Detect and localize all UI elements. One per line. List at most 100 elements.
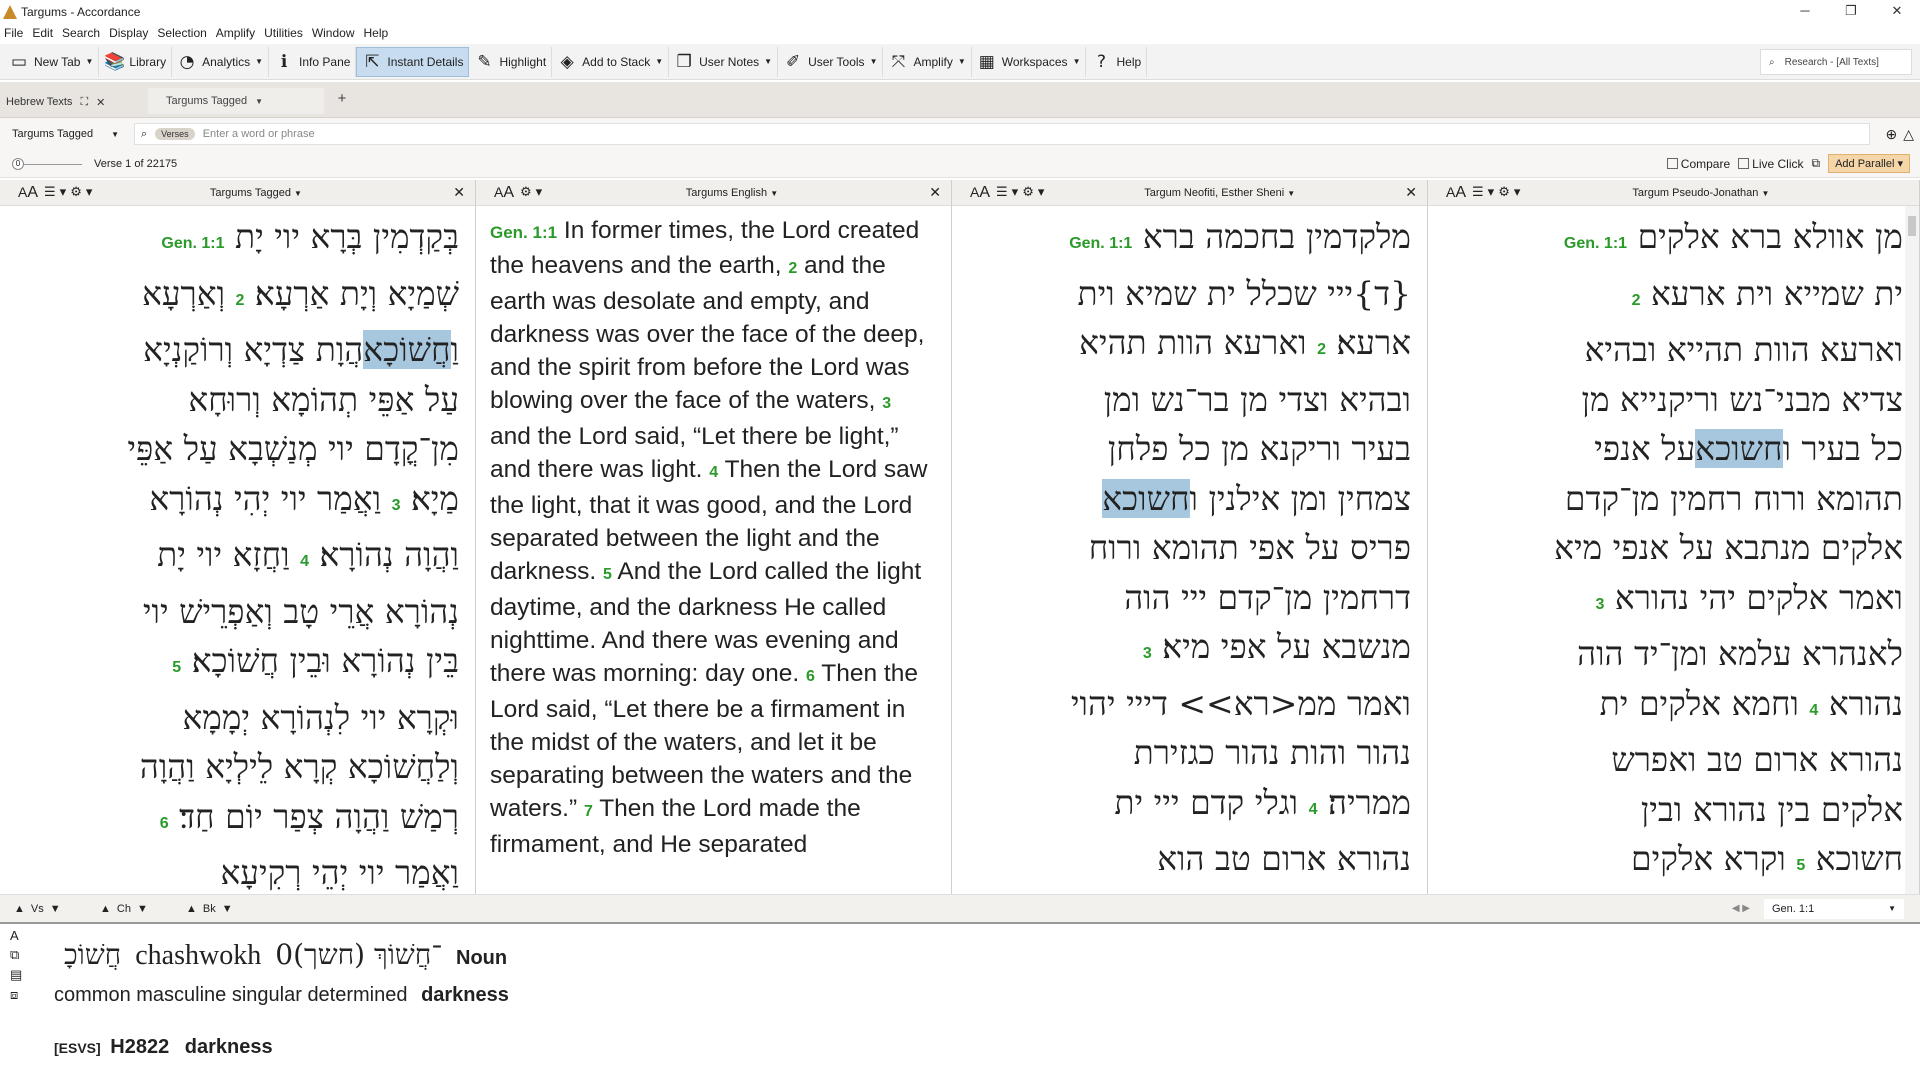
workspaces-button[interactable]: ▦ Workspaces ▼ [972, 46, 1087, 77]
text-line[interactable]: וְלַחֲשׁוֹכָא קְרָא לֵילְיָא וַהֲוָה [20, 742, 459, 792]
menu-display[interactable]: Display [105, 26, 153, 40]
pane-title[interactable]: Targums Tagged ▼ [210, 187, 302, 199]
text-line[interactable]: אלקים מנתבא על אנפי מיא [1448, 523, 1903, 573]
user-notes-button[interactable]: ❐ User Notes ▼ [669, 46, 779, 77]
close-pane-icon[interactable]: ✕ [929, 184, 941, 201]
text-line[interactable]: בֵּין נְהוֹרָא וּבֵין חֲשׁוֹכָא׃ 5 [20, 636, 459, 693]
copy-icon[interactable]: ⧉ [10, 947, 34, 963]
text-line[interactable]: פריס על אפי תהומא ורוח [972, 523, 1411, 573]
text-line[interactable]: וּקְרָא יוי לִנְהוֹרָא יְמָמָא [20, 693, 459, 743]
font-size-icon[interactable]: AA [18, 184, 38, 202]
pane-tools-icon[interactable]: ☰▾⚙▾ [996, 185, 1048, 200]
new-tab-button[interactable]: + [332, 90, 352, 112]
menu-window[interactable]: Window [308, 26, 360, 40]
hebrew-text-body[interactable]: מן אוולא ברא אלקים Gen. 1:1 ית שמייא וית … [1428, 206, 1919, 894]
research-search-field[interactable]: ⌕ Research - [All Texts] [1760, 49, 1912, 75]
menu-search[interactable]: Search [58, 26, 105, 40]
text-line[interactable]: לאנהרא עלמא ומן־יד הוה [1448, 629, 1903, 679]
goto-reference-field[interactable]: Gen. 1:1 ▼ [1764, 898, 1904, 919]
pane-title[interactable]: Targums English ▼ [686, 187, 778, 199]
menu-selection[interactable]: Selection [153, 26, 211, 40]
text-line[interactable]: מלקדמין בחכמה ברא Gen. 1:1 [972, 212, 1411, 269]
english-text-body[interactable]: Gen. 1:1 In former times, the Lord creat… [476, 206, 951, 861]
add-circle-icon[interactable]: ⊕ [1885, 126, 1897, 143]
search-mode-pill[interactable]: Verses [155, 128, 195, 140]
text-line[interactable]: מנשבא על אפי מיא׃ 3 [972, 622, 1411, 679]
parallel-layout-icon[interactable]: ⧉ [1812, 156, 1821, 171]
search-input[interactable]: ⌕ Verses Enter a word or phrase [134, 123, 1870, 145]
verse-nav[interactable]: ▲ Vs ▼ [14, 903, 86, 915]
text-line[interactable]: תהומא ורוח רחמין מן־קדם [1448, 474, 1903, 524]
text-line[interactable]: ממריה׃ 4 וגלי קדם ייי ית [972, 778, 1411, 835]
menu-utilities[interactable]: Utilities [260, 26, 308, 40]
chapter-nav[interactable]: ▲ Ch ▼ [100, 903, 172, 915]
analytics-button[interactable]: ◔ Analytics ▼ [172, 46, 270, 77]
help-button[interactable]: ? Help [1086, 46, 1148, 77]
text-line[interactable]: בעיר וריקנא מן כל פלחן [972, 424, 1411, 474]
minimize-button[interactable]: ─ [1782, 0, 1828, 24]
tab-targums-tagged[interactable]: Targums Tagged ▼ [148, 88, 324, 114]
verse-slider[interactable]: 0 [12, 157, 82, 170]
text-line[interactable]: מן אוולא ברא אלקים Gen. 1:1 [1448, 212, 1903, 269]
text-line[interactable]: נהורא ארום טב הוא [972, 834, 1411, 884]
add-to-stack-button[interactable]: ◈ Add to Stack ▼ [552, 46, 670, 77]
text-line[interactable]: ואמר ממ<רא>> דייי יהוי [972, 679, 1411, 729]
live-click-checkbox[interactable]: Live Click [1738, 157, 1804, 171]
clipboard-icon[interactable]: ▤ [10, 967, 34, 983]
text-line[interactable]: צמחין ומן אילנין וחשוכא [972, 474, 1411, 524]
hebrew-text-body[interactable]: מלקדמין בחכמה ברא Gen. 1:1 {ד}ייי שכלל ית… [952, 206, 1427, 894]
text-line[interactable]: רְמַשׁ וַהֲוָה צְפַר יוֹם חַד׃ 6 [20, 792, 459, 849]
amplify-button[interactable]: ⤧ Amplify ▼ [883, 46, 972, 77]
font-size-icon[interactable]: AA [1446, 184, 1466, 202]
text-line[interactable]: ואמר אלקים יהי נהורא 3 [1448, 573, 1904, 630]
close-pane-icon[interactable]: ✕ [1405, 184, 1417, 201]
instant-details-button[interactable]: ⇱ Instant Details [356, 46, 470, 77]
text-line[interactable]: {ד}ייי שכלל ית שמיא וית [972, 269, 1411, 319]
text-line[interactable]: בְּקַדְמִין בְּרָא יוי יָת Gen. 1:1 [20, 212, 459, 269]
text-line[interactable]: אלקים בין נהורא ובין [1448, 785, 1903, 835]
menu-file[interactable]: File [0, 26, 28, 40]
text-line[interactable]: נהורא ארום טב ואפרש [1448, 735, 1903, 785]
search-text-selector[interactable]: Targums Tagged ▼ [6, 122, 124, 146]
text-line[interactable]: ית שמייא וית ארעא 2 [1448, 269, 1903, 326]
text-line[interactable]: נהור והות נהור כגזירת [972, 728, 1411, 778]
tab-close-icon[interactable]: ✕ [96, 96, 105, 109]
menu-amplify[interactable]: Amplify [212, 26, 260, 40]
alert-icon[interactable]: △ [1903, 126, 1914, 143]
slider-knob[interactable]: 0 [12, 157, 24, 170]
font-size-icon[interactable]: A [10, 928, 34, 943]
text-line[interactable]: וַחֲשׁוֹכָאהֲוָת צַדְיָא וְרוֹקַנְיָא [20, 325, 459, 375]
compare-checkbox[interactable]: Compare [1666, 157, 1730, 171]
scrollbar-thumb[interactable] [1908, 216, 1916, 236]
text-line[interactable]: וַהֲוָה נְהוֹרָא׃ 4 וַחֲזָא יוי יָת [20, 530, 459, 587]
strongs-number[interactable]: H2822 [110, 1036, 169, 1058]
prev-next-arrows-icon[interactable]: ◀ ▶ [1732, 903, 1750, 914]
pane-tools-icon[interactable]: ☰▾⚙▾ [44, 185, 96, 200]
maximize-button[interactable]: ❐ [1828, 0, 1874, 24]
lemma[interactable]: 0־חֲשׁוֹךְ (חשך) [275, 938, 442, 972]
text-line[interactable]: ואפ{שר}<רש> ממרא דייי [972, 884, 1411, 895]
text-line[interactable]: צדיא מבני־נש וריקנייא מן [1448, 375, 1903, 425]
vertical-scrollbar[interactable] [1905, 206, 1919, 894]
close-pane-icon[interactable]: ✕ [453, 184, 465, 201]
close-window-button[interactable]: ✕ [1874, 0, 1920, 24]
text-line[interactable]: וארעא הוות תהייא ובהיא [1448, 325, 1903, 375]
tab-hebrew-texts[interactable]: Hebrew Texts ⛶ ✕ [0, 90, 106, 114]
text-line[interactable]: נְהוֹרָא אֲרֵי טָב וְאַפְרֵישׁ יוי [20, 587, 459, 637]
pane-title[interactable]: Targum Pseudo-Jonathan ▼ [1632, 187, 1769, 199]
new-tab-button[interactable]: ▭ New Tab ▼ [4, 46, 100, 77]
book-nav[interactable]: ▲ Bk ▼ [186, 903, 258, 915]
text-line[interactable]: מִן־קֳדָם יוי מְנַשְׁבָא עַל אַפֵּי [20, 424, 459, 474]
library-button[interactable]: 📚 Library [99, 46, 173, 77]
text-line[interactable]: עַל אַפֵּי תְהוֹמָא וְרוּחָא [20, 375, 459, 425]
text-line[interactable]: מַיָא׃ 3 וַאֲמַר יוי יְהִי נְהוֹרָא [20, 474, 459, 531]
text-line[interactable]: שְׁמַיָא וְיָת אַרְעָא׃ 2 וְאַרְעָא [20, 269, 459, 326]
text-line[interactable]: נהורא 4 וחמא אלקים ית [1448, 679, 1903, 736]
tab-expand-icon[interactable]: ⛶ [80, 96, 88, 109]
font-size-icon[interactable]: AA [970, 184, 990, 202]
menu-edit[interactable]: Edit [28, 26, 58, 40]
text-line[interactable]: ובהיא וצדי מן בר־נש ומן [972, 375, 1411, 425]
pane-tools-icon[interactable]: ⚙▾ [520, 185, 546, 200]
add-parallel-button[interactable]: Add Parallel ▾ [1828, 154, 1910, 173]
text-line[interactable]: ארעא׃ 2 וארעא הוות תהיא [972, 318, 1411, 375]
